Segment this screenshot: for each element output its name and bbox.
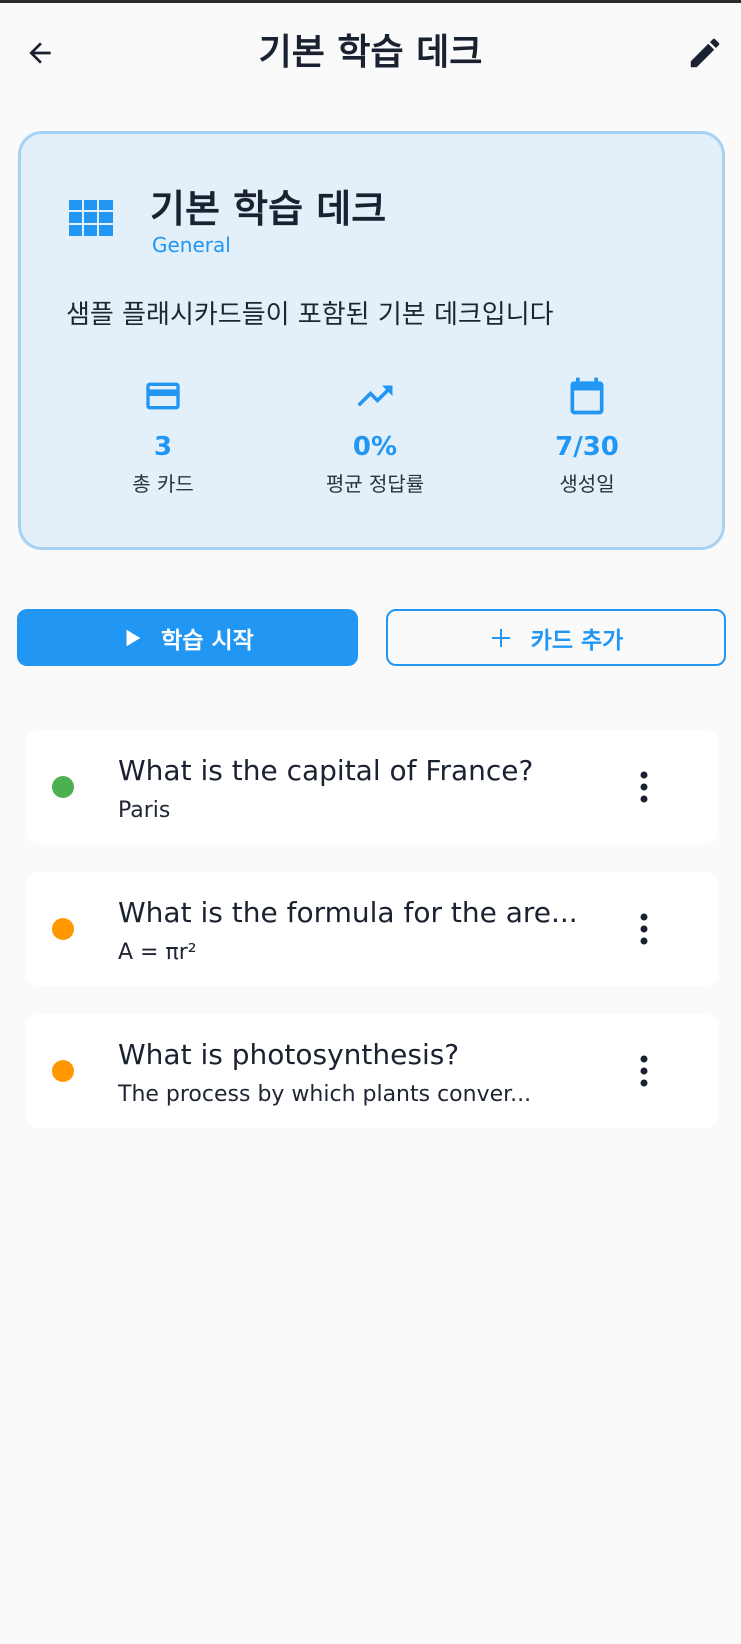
card-answer: A = πr² bbox=[118, 940, 197, 965]
more-options-button[interactable] bbox=[629, 908, 659, 950]
deck-description: 샘플 플래시카드들이 포함된 기본 데크입니다 bbox=[66, 300, 554, 330]
stat-label: 평균 정답률 bbox=[325, 472, 425, 496]
play-icon bbox=[126, 629, 141, 646]
more-options-button[interactable] bbox=[629, 1050, 659, 1092]
flashcard-item[interactable]: What is photosynthesis? The process by w… bbox=[25, 1014, 719, 1128]
stat-label: 총 카드 bbox=[132, 472, 194, 496]
card-question: What is the formula for the are... bbox=[118, 896, 578, 929]
stat-label: 생성일 bbox=[559, 472, 615, 496]
calendar-icon bbox=[570, 377, 604, 415]
credit-card-icon bbox=[146, 382, 180, 410]
grid-icon bbox=[69, 200, 113, 236]
edit-button[interactable] bbox=[683, 31, 727, 75]
more-vert-icon bbox=[640, 1055, 648, 1087]
stat-total-cards: 3 총 카드 bbox=[63, 374, 263, 497]
stat-value: 7/30 bbox=[555, 432, 619, 462]
add-card-button[interactable]: 카드 추가 bbox=[386, 609, 726, 666]
status-dot bbox=[52, 918, 74, 940]
trending-up-icon bbox=[357, 385, 393, 407]
stat-accuracy: 0% 평균 정답률 bbox=[275, 374, 475, 497]
status-dot bbox=[52, 1060, 74, 1082]
start-study-label: 학습 시작 bbox=[161, 627, 254, 654]
stat-value: 0% bbox=[352, 432, 398, 462]
start-study-button[interactable]: 학습 시작 bbox=[17, 609, 358, 666]
deck-name: 기본 학습 데크 bbox=[150, 187, 387, 231]
flashcard-item[interactable]: What is the capital of France? Paris bbox=[25, 730, 719, 844]
more-options-button[interactable] bbox=[629, 766, 659, 808]
more-vert-icon bbox=[640, 771, 648, 803]
card-question: What is the capital of France? bbox=[118, 754, 534, 787]
add-card-label: 카드 추가 bbox=[530, 627, 624, 654]
flashcard-item[interactable]: What is the formula for the are... A = π… bbox=[25, 872, 719, 986]
page-title: 기본 학습 데크 bbox=[258, 32, 483, 73]
card-question: What is photosynthesis? bbox=[118, 1038, 460, 1071]
stat-created-date: 7/30 생성일 bbox=[487, 374, 687, 497]
card-answer: The process by which plants conver... bbox=[118, 1082, 532, 1107]
status-dot bbox=[52, 776, 74, 798]
card-answer: Paris bbox=[118, 798, 171, 823]
plus-icon bbox=[491, 628, 510, 647]
more-vert-icon bbox=[640, 913, 648, 945]
deck-info-card: 기본 학습 데크 General 샘플 플래시카드들이 포함된 기본 데크입니다… bbox=[18, 131, 725, 550]
stat-value: 3 bbox=[153, 432, 173, 462]
pencil-icon bbox=[690, 38, 720, 68]
app-bar: 기본 학습 데크 bbox=[0, 3, 741, 99]
deck-category: General bbox=[152, 233, 231, 257]
